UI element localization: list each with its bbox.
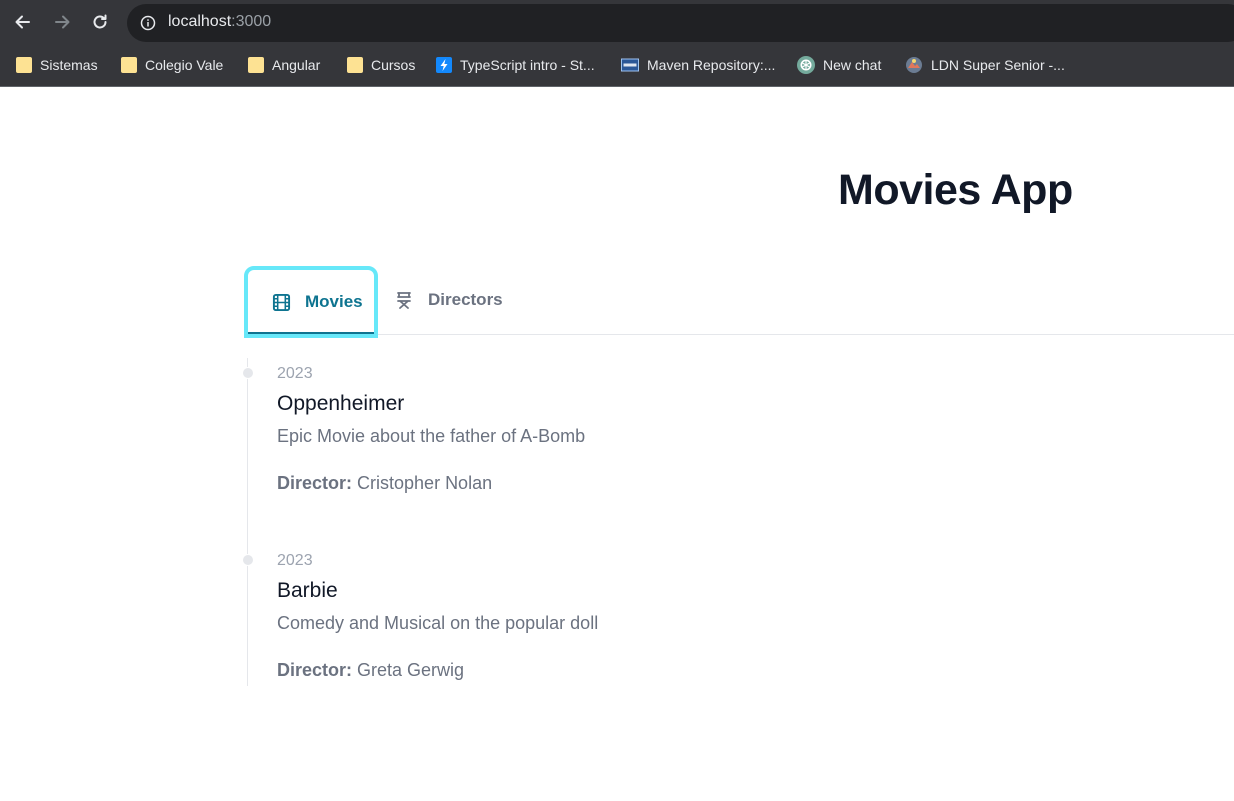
bookmark-cursos[interactable]: Cursos <box>347 55 415 75</box>
back-button[interactable] <box>9 8 37 36</box>
tab-directors[interactable]: Directors <box>394 266 524 334</box>
movie-title: Barbie <box>277 579 338 602</box>
bookmark-label: Colegio Vale <box>145 57 224 73</box>
movie-year: 2023 <box>277 552 313 569</box>
bookmark-label: LDN Super Senior -... <box>931 57 1065 73</box>
folder-icon <box>347 57 363 73</box>
director-name: Greta Gerwig <box>357 660 465 680</box>
url-port: :3000 <box>231 13 272 30</box>
film-icon <box>272 293 291 311</box>
bookmark-angular[interactable]: Angular <box>248 55 320 75</box>
director-name: Cristopher Nolan <box>357 473 493 493</box>
browser-toolbar: localhost:3000 <box>0 0 1234 44</box>
tab-directors-label: Directors <box>428 290 503 309</box>
timeline-dot <box>242 367 254 379</box>
maven-icon <box>621 58 639 72</box>
ldn-icon <box>906 57 922 73</box>
url-host: localhost <box>168 13 232 30</box>
movie-title: Oppenheimer <box>277 392 405 415</box>
bookmark-label: TypeScript intro - St... <box>460 57 595 73</box>
address-bar[interactable]: localhost:3000 <box>127 4 1234 42</box>
active-tab-indicator <box>248 332 374 334</box>
movie-item-oppenheimer: 2023 Oppenheimer Epic Movie about the fa… <box>277 365 977 494</box>
movie-director: Director: Greta Gerwig <box>277 660 977 681</box>
movie-year: 2023 <box>277 365 313 382</box>
tabs-divider <box>244 334 1234 335</box>
bookmark-new-chat[interactable]: New chat <box>797 55 881 75</box>
bookmark-typescript-intro[interactable]: TypeScript intro - St... <box>436 55 595 75</box>
info-icon[interactable] <box>140 15 156 31</box>
timeline-dot <box>242 554 254 566</box>
chatgpt-icon <box>797 56 815 74</box>
director-label: Director: <box>277 473 353 493</box>
movie-description: Epic Movie about the father of A-Bomb <box>277 426 586 446</box>
timeline-line <box>247 358 248 686</box>
bookmark-sistemas[interactable]: Sistemas <box>16 55 98 75</box>
bookmark-label: Maven Repository:... <box>647 57 776 73</box>
folder-icon <box>121 57 137 73</box>
bookmark-label: Sistemas <box>40 57 98 73</box>
reload-button[interactable] <box>86 8 114 36</box>
director-chair-icon <box>397 292 411 309</box>
arrow-left-icon <box>15 15 30 29</box>
url-text: localhost:3000 <box>168 13 271 31</box>
stackblitz-icon <box>436 57 452 73</box>
director-label: Director: <box>277 660 353 680</box>
bookmark-colegio-vale[interactable]: Colegio Vale <box>121 55 223 75</box>
bookmarks-bar: Sistemas Colegio Vale Angular Cursos Typ… <box>0 44 1234 87</box>
arrow-right-icon <box>55 15 70 29</box>
bookmark-label: Angular <box>272 57 321 73</box>
movie-director: Director: Cristopher Nolan <box>277 473 977 494</box>
folder-icon <box>16 57 32 73</box>
bookmark-maven-repository[interactable]: Maven Repository:... <box>621 55 775 75</box>
bookmark-label: Cursos <box>371 57 416 73</box>
bookmark-label: New chat <box>823 57 882 73</box>
tab-movies-label: Movies <box>305 292 363 311</box>
folder-icon <box>248 57 264 73</box>
movie-item-barbie: 2023 Barbie Comedy and Musical on the po… <box>277 552 977 681</box>
forward-button[interactable] <box>48 8 76 36</box>
bookmark-ldn-super-senior[interactable]: LDN Super Senior -... <box>905 55 1065 75</box>
movie-description: Comedy and Musical on the popular doll <box>277 613 599 633</box>
page-title: Movies App <box>838 166 1073 214</box>
reload-icon <box>93 14 107 29</box>
tab-movies[interactable]: Movies <box>244 266 378 338</box>
